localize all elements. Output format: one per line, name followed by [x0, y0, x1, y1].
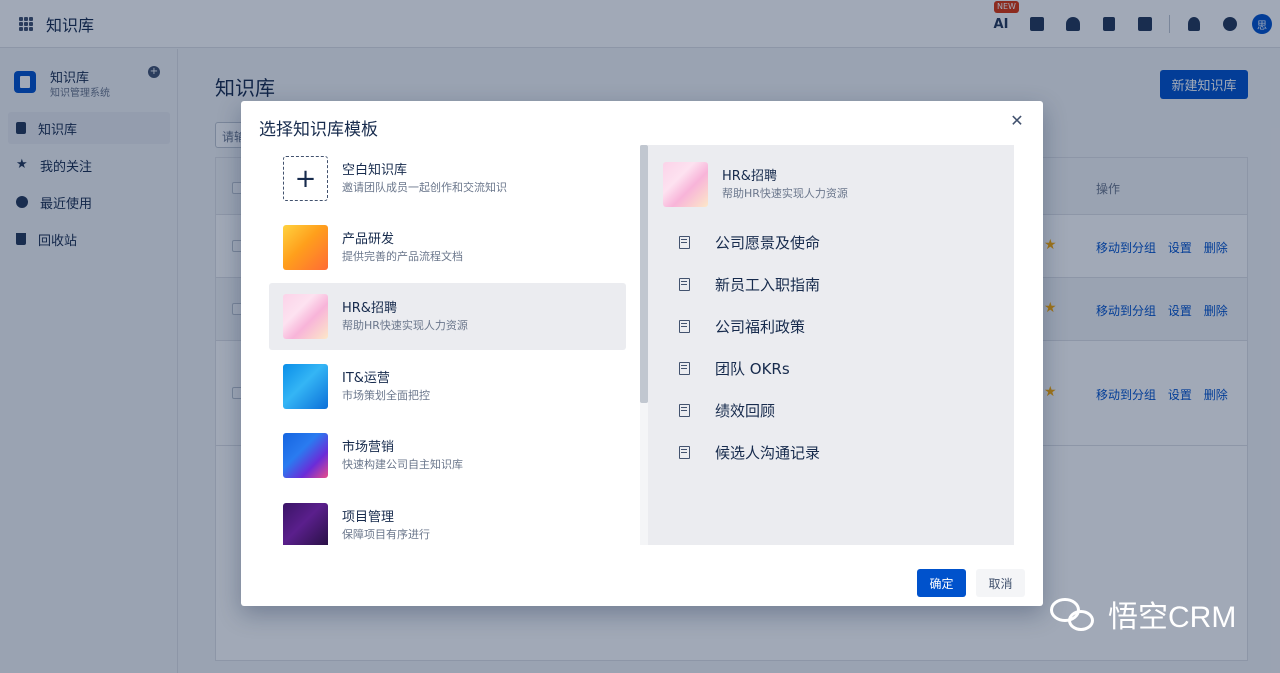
document-icon	[679, 277, 690, 291]
template-desc: 保障项目有序进行	[342, 527, 430, 541]
preview-doc-item: 绩效回顾	[679, 400, 775, 420]
preview-doc-item: 候选人沟通记录	[679, 442, 820, 462]
product-thumbnail	[283, 225, 328, 270]
preview-desc: 帮助HR快速实现人力资源	[722, 186, 848, 200]
template-name: HR&招聘	[342, 300, 397, 316]
doc-title: 公司愿景及使命	[715, 233, 821, 252]
document-icon	[679, 403, 690, 417]
document-icon	[679, 319, 690, 333]
plus-icon: +	[283, 156, 328, 201]
template-picker-modal: 选择知识库模板 ✕ + 空白知识库 邀请团队成员一起创作和交流知识 产品研发 提…	[241, 101, 1043, 606]
template-name: IT&运营	[342, 370, 390, 386]
preview-doc-item: 团队 OKRs	[679, 358, 790, 378]
template-name: 市场营销	[342, 439, 395, 455]
marketing-thumbnail	[283, 433, 328, 478]
hr-thumbnail	[283, 294, 328, 339]
doc-title: 团队 OKRs	[715, 359, 790, 378]
it-thumbnail	[283, 364, 328, 409]
preview-name: HR&招聘	[722, 168, 777, 184]
template-desc: 提供完善的产品流程文档	[342, 249, 463, 263]
template-item-hr[interactable]: HR&招聘 帮助HR快速实现人力资源	[269, 283, 626, 350]
template-desc: 帮助HR快速实现人力资源	[342, 318, 468, 332]
template-item-marketing[interactable]: 市场营销 快速构建公司自主知识库	[269, 422, 626, 489]
hr-thumbnail	[663, 162, 708, 207]
scrollbar-thumb[interactable]	[640, 145, 648, 403]
template-name: 产品研发	[342, 231, 395, 247]
document-icon	[679, 361, 690, 375]
document-icon	[679, 235, 690, 249]
project-thumbnail	[283, 503, 328, 545]
preview-doc-item: 公司福利政策	[679, 316, 805, 336]
preview-header: HR&招聘 帮助HR快速实现人力资源	[663, 162, 848, 207]
watermark-text: 悟空CRM	[1108, 601, 1237, 634]
cancel-button[interactable]: 取消	[976, 569, 1025, 597]
doc-title: 候选人沟通记录	[715, 443, 821, 462]
template-name: 项目管理	[342, 509, 395, 525]
template-item-product[interactable]: 产品研发 提供完善的产品流程文档	[269, 214, 626, 281]
confirm-button[interactable]: 确定	[917, 569, 966, 597]
template-item-project[interactable]: 项目管理 保障项目有序进行	[269, 492, 626, 545]
template-item-it[interactable]: IT&运营 市场策划全面把控	[269, 353, 626, 420]
doc-title: 绩效回顾	[715, 401, 776, 420]
doc-title: 公司福利政策	[715, 317, 806, 336]
document-icon	[679, 445, 690, 459]
close-icon[interactable]: ✕	[1009, 113, 1025, 129]
modal-title: 选择知识库模板	[259, 120, 378, 140]
template-item-blank[interactable]: + 空白知识库 邀请团队成员一起创作和交流知识	[269, 145, 626, 212]
template-desc: 市场策划全面把控	[342, 388, 430, 402]
watermark: 悟空CRM	[1048, 592, 1236, 636]
preview-doc-item: 公司愿景及使命	[679, 232, 820, 252]
template-preview: HR&招聘 帮助HR快速实现人力资源 公司愿景及使命 新员工入职指南 公司福利政…	[648, 145, 1014, 545]
template-desc: 邀请团队成员一起创作和交流知识	[342, 180, 507, 194]
wechat-icon	[1048, 592, 1102, 636]
template-name: 空白知识库	[342, 162, 408, 178]
doc-title: 新员工入职指南	[715, 275, 821, 294]
template-desc: 快速构建公司自主知识库	[342, 457, 463, 471]
preview-doc-item: 新员工入职指南	[679, 274, 820, 294]
template-list: + 空白知识库 邀请团队成员一起创作和交流知识 产品研发 提供完善的产品流程文档…	[269, 145, 627, 545]
